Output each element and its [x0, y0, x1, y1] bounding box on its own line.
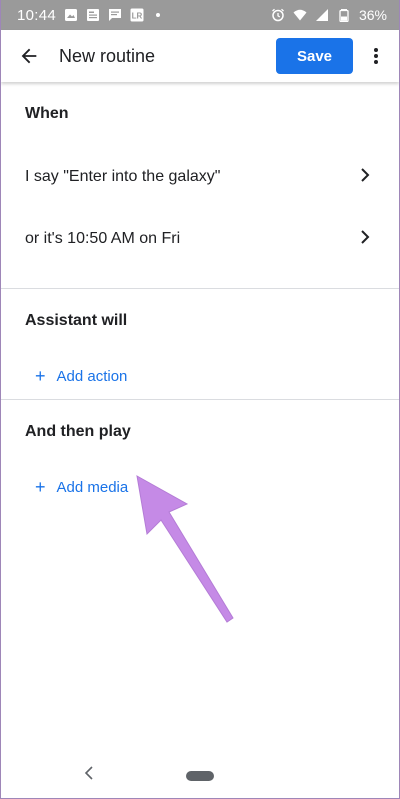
message-icon	[108, 8, 122, 22]
section-header-when: When	[25, 105, 69, 122]
status-bar: 10:44 LR 36%	[1, 0, 399, 30]
image-icon	[64, 8, 78, 22]
add-media-button[interactable]: + Add media	[1, 464, 399, 510]
status-time: 10:44	[17, 6, 57, 24]
more-notifications-dot	[156, 13, 161, 17]
wifi-icon	[293, 8, 307, 22]
app-bar: New routine Save	[1, 30, 399, 82]
routine-editor: When I say "Enter into the galaxy" or it…	[1, 82, 399, 510]
trigger-voice-command-row[interactable]: I say "Enter into the galaxy"	[1, 146, 399, 208]
lightroom-label: LR	[132, 12, 143, 21]
section-and-then-play: And then play + Add media	[1, 400, 399, 510]
news-icon	[86, 8, 100, 22]
page-title: New routine	[59, 45, 156, 66]
status-left: 10:44 LR	[17, 6, 161, 24]
section-header-and-then-play: And then play	[25, 423, 131, 440]
trigger-schedule-label: or it's 10:50 AM on Fri	[25, 230, 181, 247]
back-button[interactable]	[1, 30, 57, 82]
more-vert-icon	[374, 48, 378, 64]
lightroom-icon: LR	[130, 8, 144, 22]
plus-icon: +	[35, 477, 46, 497]
add-action-button[interactable]: + Add action	[1, 353, 399, 399]
phone-screen: 10:44 LR 36% New routine Save When I say…	[0, 0, 400, 799]
section-assistant-will: Assistant will + Add action	[1, 289, 399, 399]
section-header-assistant-will: Assistant will	[25, 312, 128, 329]
add-action-label: Add action	[56, 367, 128, 385]
nav-back-icon	[84, 766, 93, 780]
section-when: When I say "Enter into the galaxy" or it…	[1, 82, 399, 288]
system-navigation-bar	[1, 750, 399, 798]
arrow-back-icon	[21, 48, 37, 64]
trigger-voice-command-label: I say "Enter into the galaxy"	[25, 168, 221, 185]
signal-icon	[315, 8, 329, 22]
add-media-label: Add media	[56, 478, 129, 496]
chevron-right-icon	[357, 229, 373, 250]
battery-percent: 36%	[358, 7, 387, 23]
chevron-right-icon	[357, 167, 373, 188]
nav-home-button[interactable]	[186, 771, 214, 781]
more-options-button[interactable]	[353, 30, 399, 82]
plus-icon: +	[35, 366, 46, 386]
trigger-schedule-row[interactable]: or it's 10:50 AM on Fri	[1, 208, 399, 270]
status-right: 36%	[271, 7, 387, 23]
nav-back-button[interactable]	[83, 766, 95, 780]
battery-icon	[337, 8, 351, 22]
alarm-icon	[271, 8, 285, 22]
save-button[interactable]: Save	[276, 38, 353, 74]
